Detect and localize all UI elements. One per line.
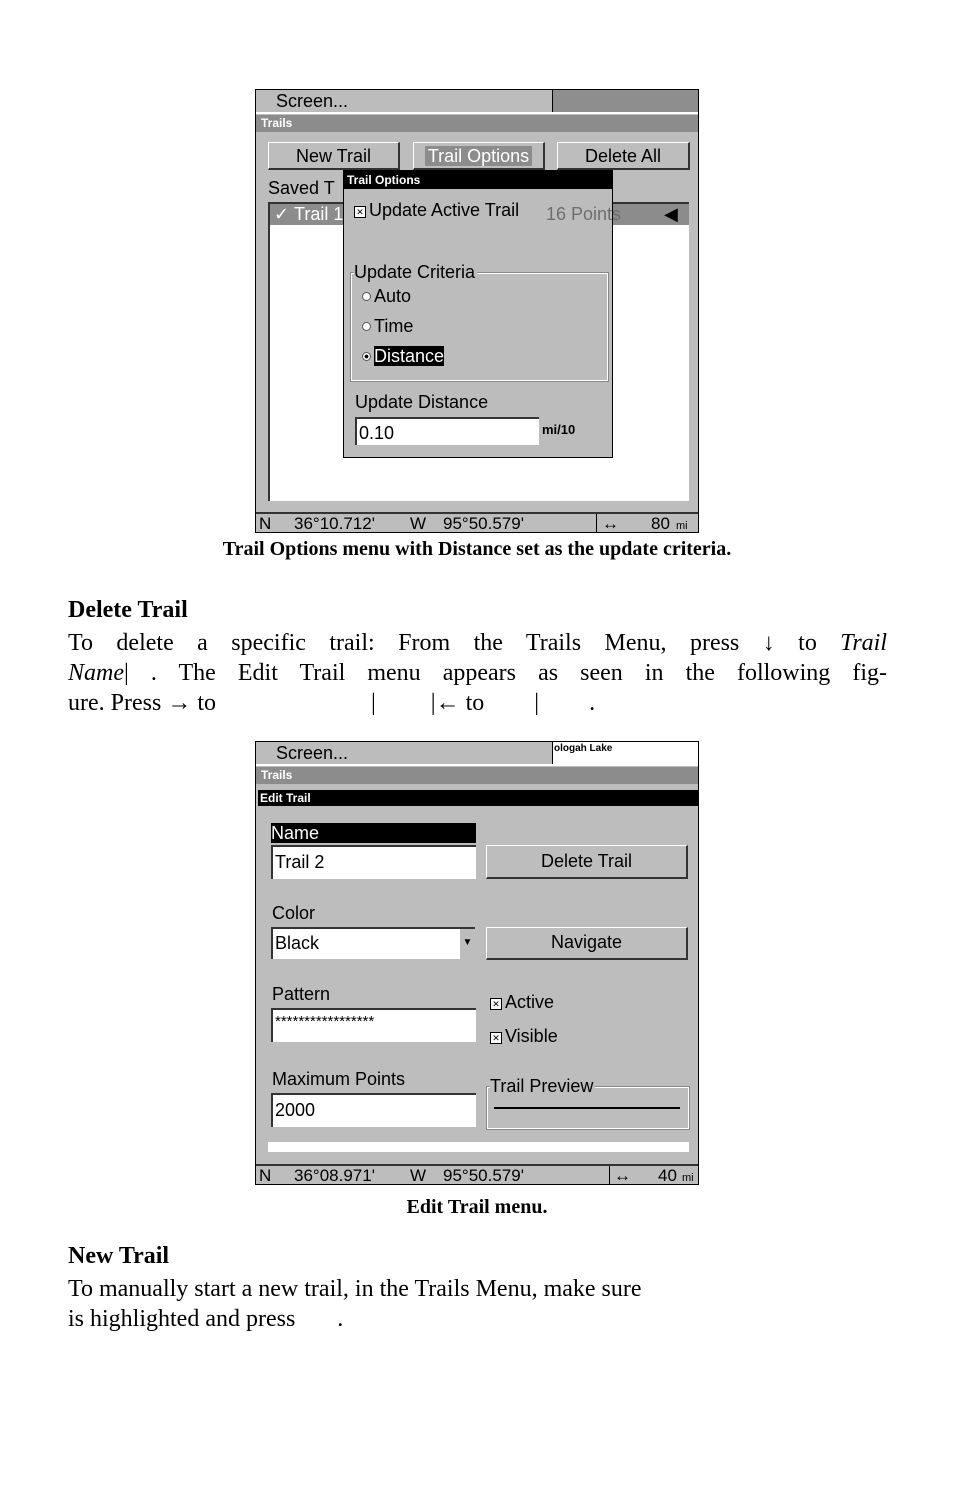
trail-options-screenshot: Screen... Trails New Trail Trail Options… — [255, 89, 699, 533]
text: ure. Press → to — [68, 690, 216, 716]
update-criteria-group: Update Criteria Auto Time Distance — [350, 262, 609, 382]
update-active-trail-checkbox[interactable]: ✕ Update Active Trail — [354, 200, 519, 221]
edit-trail-screenshot: Screen... ologah Lake Trails Edit Trail … — [255, 741, 699, 1185]
group-label: Trail Preview — [490, 1076, 596, 1097]
trail-preview-group: Trail Preview — [486, 1076, 690, 1130]
max-points-label: Maximum Points — [272, 1069, 406, 1089]
zoom-range-icon: ↔ — [602, 514, 619, 533]
delete-trail-heading: Delete Trail — [68, 597, 188, 623]
radio-label: Time — [374, 316, 414, 336]
pattern-input[interactable]: ***************** — [271, 1008, 476, 1042]
map-preview — [552, 90, 698, 112]
edit-trail-title: Edit Trail — [258, 790, 698, 806]
dialog-title: Trail Options — [344, 171, 612, 189]
name-label: Name — [271, 823, 476, 843]
color-value: Black — [275, 933, 320, 953]
checkbox-icon: ✕ — [490, 1032, 502, 1044]
paragraph-line: Name| . The Edit Trail menu appears as s… — [68, 660, 887, 687]
active-checkbox[interactable]: ✕ Active — [490, 992, 554, 1013]
status-bar: N 36°10.712' W 95°50.579' ↔ 80 mi — [256, 512, 698, 533]
group-label: Update Criteria — [354, 262, 478, 283]
lat-hemisphere: N — [259, 1166, 272, 1185]
color-label: Color — [272, 903, 316, 923]
paragraph-line: To delete a specific trail: From the Tra… — [68, 630, 887, 657]
text: | . The Edit Trail menu appears as seen … — [124, 660, 887, 686]
zoom-value: 80 — [651, 514, 670, 533]
paragraph-line: ure. Press → to | |← to |. — [68, 690, 887, 717]
trail-points: 16 Points — [546, 204, 622, 224]
delete-all-button[interactable]: Delete All — [557, 142, 690, 170]
latitude: 36°10.712' — [294, 514, 375, 533]
visible-checkbox[interactable]: ✕ Visible — [490, 1026, 558, 1047]
trails-title-bar: Trails — [256, 115, 698, 132]
list-strip — [268, 1142, 689, 1152]
longitude: 95°50.579' — [443, 1166, 524, 1185]
paragraph-line: To manually start a new trail, in the Tr… — [68, 1276, 642, 1302]
radio-label: Distance — [374, 346, 445, 366]
distance-unit: mi/10 — [542, 422, 576, 437]
trails-title-bar: Trails — [256, 767, 698, 784]
radio-time[interactable]: Time — [362, 316, 413, 337]
zoom-range-icon: ↔ — [614, 1166, 631, 1185]
checkbox-label: Active — [505, 992, 555, 1012]
zoom-unit: mi — [682, 1172, 694, 1184]
check-icon: ✓ — [274, 204, 290, 224]
checkbox-label: Update Active Trail — [369, 200, 520, 220]
trail-preview-line — [494, 1107, 680, 1109]
new-trail-button[interactable]: New Trail — [268, 142, 400, 170]
trail-name: Trail 1 — [294, 204, 344, 224]
figure2-caption: Edit Trail menu. — [406, 1196, 548, 1218]
text: To delete a specific trail: From the Tra… — [68, 630, 817, 656]
navigate-button[interactable]: Navigate — [486, 927, 688, 960]
screen-label: Screen... — [276, 743, 349, 763]
update-distance-label: Update Distance — [355, 392, 489, 412]
text: | — [534, 690, 540, 716]
text: . — [589, 690, 596, 716]
map-preview: ologah Lake — [552, 742, 698, 764]
chevron-down-icon[interactable]: ▼ — [460, 929, 475, 959]
checkbox-icon: ✕ — [490, 998, 502, 1010]
color-select[interactable]: Black ▼ — [271, 927, 475, 959]
status-bar: N 36°08.971' W 95°50.579' ↔ 40 mi — [256, 1164, 698, 1185]
latitude: 36°08.971' — [294, 1166, 375, 1185]
name-input[interactable]: Trail 2 — [271, 845, 476, 879]
text: | — [370, 690, 376, 716]
lon-hemisphere: W — [410, 514, 427, 533]
radio-distance[interactable]: Distance — [362, 346, 445, 367]
checkbox-label: Visible — [505, 1026, 558, 1046]
screen-menu-bar[interactable]: Screen... ologah Lake — [256, 742, 698, 766]
max-points-input[interactable]: 2000 — [271, 1093, 476, 1127]
screen-menu-bar[interactable]: Screen... — [256, 90, 698, 114]
update-distance-input[interactable]: 0.10 — [355, 417, 539, 445]
text-italic: Name — [68, 660, 124, 686]
paragraph-line: is highlighted and press . — [68, 1306, 344, 1332]
saved-trails-label: Saved T — [268, 178, 335, 198]
lat-hemisphere: N — [259, 514, 272, 533]
radio-auto[interactable]: Auto — [362, 286, 411, 307]
longitude: 95°50.579' — [443, 514, 524, 533]
delete-trail-button[interactable]: Delete Trail — [486, 845, 688, 879]
trail-options-button[interactable]: Trail Options — [413, 142, 545, 170]
screen-label: Screen... — [276, 91, 349, 111]
arrow-left-icon: ◀ — [664, 204, 678, 224]
manual-page: Screen... Trails New Trail Trail Options… — [0, 0, 954, 1487]
trail-options-label: Trail Options — [424, 146, 533, 166]
zoom-value: 40 — [658, 1166, 677, 1185]
checkbox-icon: ✕ — [354, 206, 366, 218]
new-trail-heading: New Trail — [68, 1243, 170, 1269]
text-italic: Trail — [840, 630, 887, 656]
pattern-label: Pattern — [272, 984, 331, 1004]
text: |← to — [430, 690, 485, 716]
radio-label: Auto — [374, 286, 412, 306]
map-label: ologah Lake — [554, 743, 613, 754]
zoom-unit: mi — [676, 520, 688, 532]
figure1-caption: Trail Options menu with Distance set as … — [222, 538, 732, 560]
lon-hemisphere: W — [410, 1166, 427, 1185]
